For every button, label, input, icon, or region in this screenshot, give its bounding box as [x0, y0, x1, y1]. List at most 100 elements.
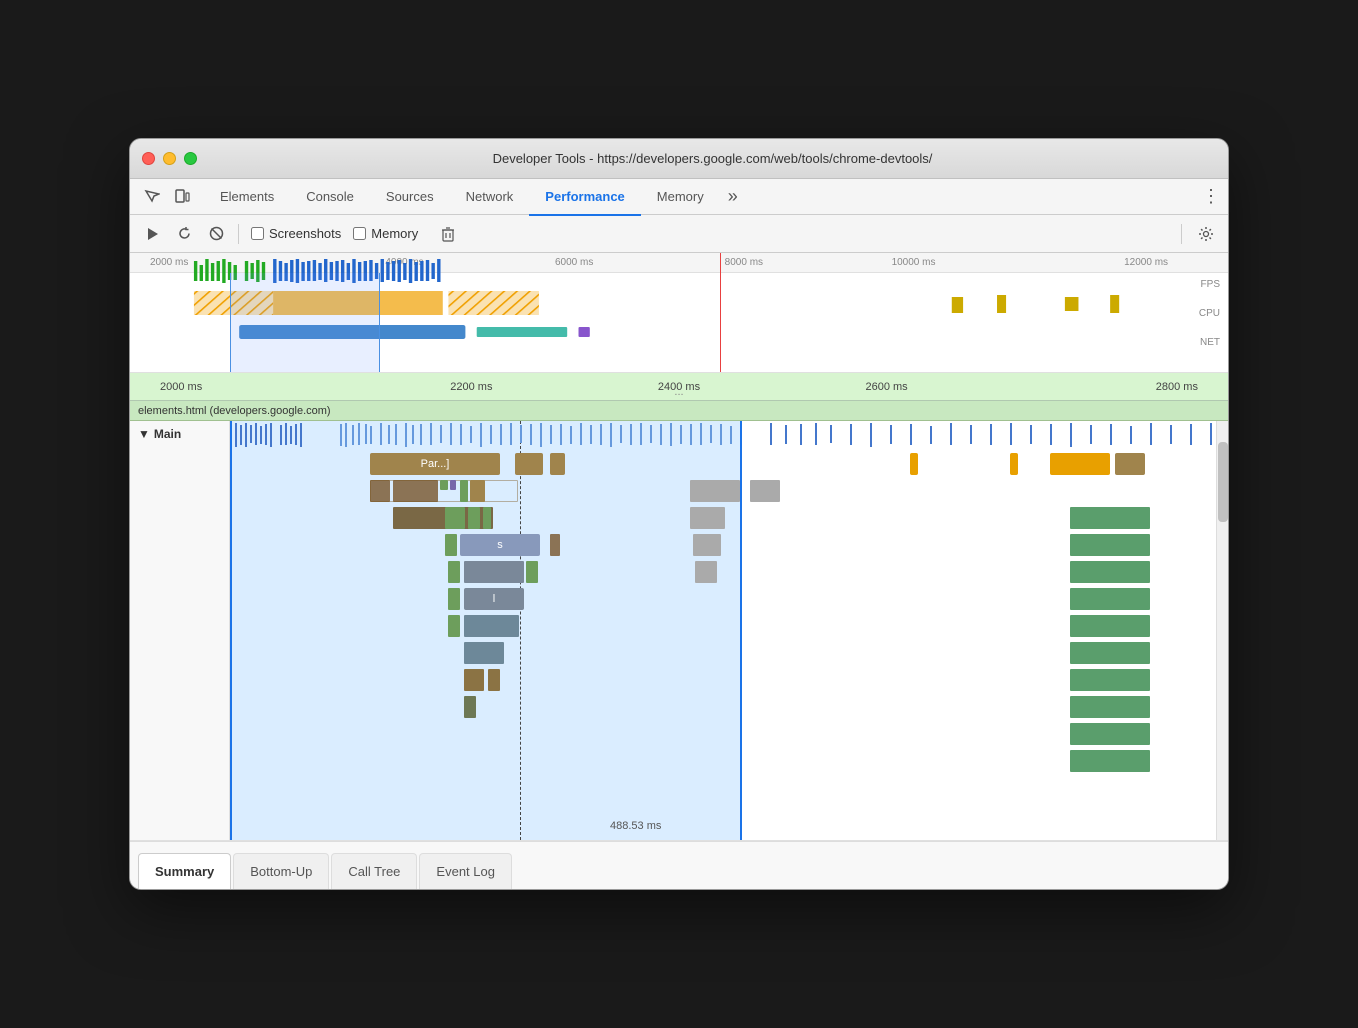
- cpu-chart: [160, 289, 1178, 317]
- gray1: [690, 480, 740, 502]
- tab-memory[interactable]: Memory: [641, 180, 720, 216]
- green-far1: [1070, 507, 1150, 529]
- par-bar[interactable]: Par...]: [370, 453, 500, 475]
- flame-row-3: [230, 478, 1216, 504]
- memory-checkbox-label[interactable]: Memory: [353, 226, 418, 241]
- tab-performance[interactable]: Performance: [529, 180, 640, 216]
- tab-console[interactable]: Console: [290, 180, 370, 216]
- tab-elements[interactable]: Elements: [204, 180, 290, 216]
- flame-row-10: [230, 667, 1216, 693]
- nav-icons: [138, 183, 196, 211]
- clear-button[interactable]: [202, 220, 230, 248]
- inspector-icon: [144, 189, 160, 205]
- zoom-mark-2200: 2200 ms: [368, 381, 576, 393]
- s-bar[interactable]: s: [460, 534, 540, 556]
- green-far2: [1070, 534, 1150, 556]
- row9-b1: [464, 642, 504, 664]
- row11-br1: [464, 696, 476, 718]
- flame-section-header: ▼ Main: [130, 421, 229, 447]
- row5-br1: [550, 534, 560, 556]
- row6-blue1: [464, 561, 524, 583]
- nav-tabs: Elements Console Sources Network Perform…: [130, 179, 1228, 215]
- cpu-lane: [160, 289, 1178, 317]
- flame-row-2: Par...]: [230, 451, 1216, 477]
- trash-icon: [441, 226, 455, 242]
- zoom-strip: 2000 ms 2200 ms 2400 ms 2600 ms 2800 ms …: [130, 373, 1228, 401]
- row8-g1: [448, 615, 460, 637]
- row4-g1: [445, 507, 465, 529]
- memory-checkbox[interactable]: [353, 227, 366, 240]
- flame-row-13: [230, 748, 1216, 774]
- net-lane: [160, 321, 1178, 343]
- row6-g1: [448, 561, 460, 583]
- scrollbar-thumb[interactable]: [1218, 442, 1228, 522]
- green-sm2: [460, 480, 468, 502]
- row4-g3: [483, 507, 491, 529]
- zoom-mark-2000: 2000 ms: [160, 381, 368, 393]
- gray-r4-1: [690, 507, 725, 529]
- reload-icon: [177, 226, 192, 241]
- orange-r1: [910, 453, 918, 475]
- nav-kebab-button[interactable]: ⋮: [1202, 186, 1220, 207]
- tab-summary[interactable]: Summary: [138, 853, 231, 889]
- flame-content[interactable]: Par...]: [230, 421, 1216, 840]
- green-far9: [1070, 723, 1150, 745]
- minimize-button[interactable]: [163, 152, 176, 165]
- record-icon: [145, 227, 159, 241]
- l-bar[interactable]: l: [464, 588, 524, 610]
- screenshots-checkbox[interactable]: [251, 227, 264, 240]
- row5-gray1: [693, 534, 721, 556]
- flame-row-5: s: [230, 532, 1216, 558]
- brown-sm1: [470, 480, 485, 502]
- close-button[interactable]: [142, 152, 155, 165]
- net-chart: [160, 321, 1178, 343]
- device-icon-btn[interactable]: [168, 183, 196, 211]
- scrollbar[interactable]: [1216, 421, 1228, 840]
- devtools-window: Developer Tools - https://developers.goo…: [129, 138, 1229, 890]
- row10-br1: [464, 669, 484, 691]
- flame-row-11: [230, 694, 1216, 720]
- toolbar-divider-2: [1181, 224, 1182, 244]
- fps-label: FPS: [1201, 279, 1220, 290]
- nav-more-button[interactable]: »: [720, 186, 746, 207]
- tab-sources[interactable]: Sources: [370, 180, 450, 216]
- clear-icon: [209, 226, 224, 241]
- row10-br2: [488, 669, 500, 691]
- traffic-lights: [142, 152, 197, 165]
- flame-row-7: l: [230, 586, 1216, 612]
- screenshots-checkbox-label[interactable]: Screenshots: [251, 226, 341, 241]
- row8-b1: [464, 615, 519, 637]
- tab-call-tree[interactable]: Call Tree: [331, 853, 417, 889]
- orange-r3: [1050, 453, 1110, 475]
- tab-bottom-up[interactable]: Bottom-Up: [233, 853, 329, 889]
- tab-event-log[interactable]: Event Log: [419, 853, 512, 889]
- toolbar-divider-1: [238, 224, 239, 244]
- flame-sidebar: ▼ Main: [130, 421, 230, 840]
- trash-button[interactable]: [434, 220, 462, 248]
- timeline-overview[interactable]: 2000 ms 4000 ms 6000 ms 8000 ms 10000 ms…: [130, 253, 1228, 373]
- titlebar: Developer Tools - https://developers.goo…: [130, 139, 1228, 179]
- green-far10: [1070, 750, 1150, 772]
- purple-sm1: [450, 480, 456, 490]
- flame-row-6: [230, 559, 1216, 585]
- row5-g1: [445, 534, 457, 556]
- device-icon: [174, 189, 190, 205]
- zoom-ellipsis: ...: [674, 386, 683, 398]
- maximize-button[interactable]: [184, 152, 197, 165]
- net-label: NET: [1200, 337, 1220, 348]
- flame-row-1: [230, 421, 1216, 449]
- block-r3: [1115, 453, 1145, 475]
- green-far7: [1070, 669, 1150, 691]
- settings-button[interactable]: [1192, 220, 1220, 248]
- collapse-arrow[interactable]: ▼: [138, 427, 150, 441]
- tab-network[interactable]: Network: [450, 180, 530, 216]
- green-far5: [1070, 615, 1150, 637]
- time-label: 488.53 ms: [610, 820, 661, 832]
- row7-g1: [448, 588, 460, 610]
- reload-button[interactable]: [170, 220, 198, 248]
- record-button[interactable]: [138, 220, 166, 248]
- block-r2: [550, 453, 565, 475]
- window-title: Developer Tools - https://developers.goo…: [209, 151, 1216, 166]
- inspector-icon-btn[interactable]: [138, 183, 166, 211]
- toolbar-checkboxes: Screenshots Memory: [251, 220, 462, 248]
